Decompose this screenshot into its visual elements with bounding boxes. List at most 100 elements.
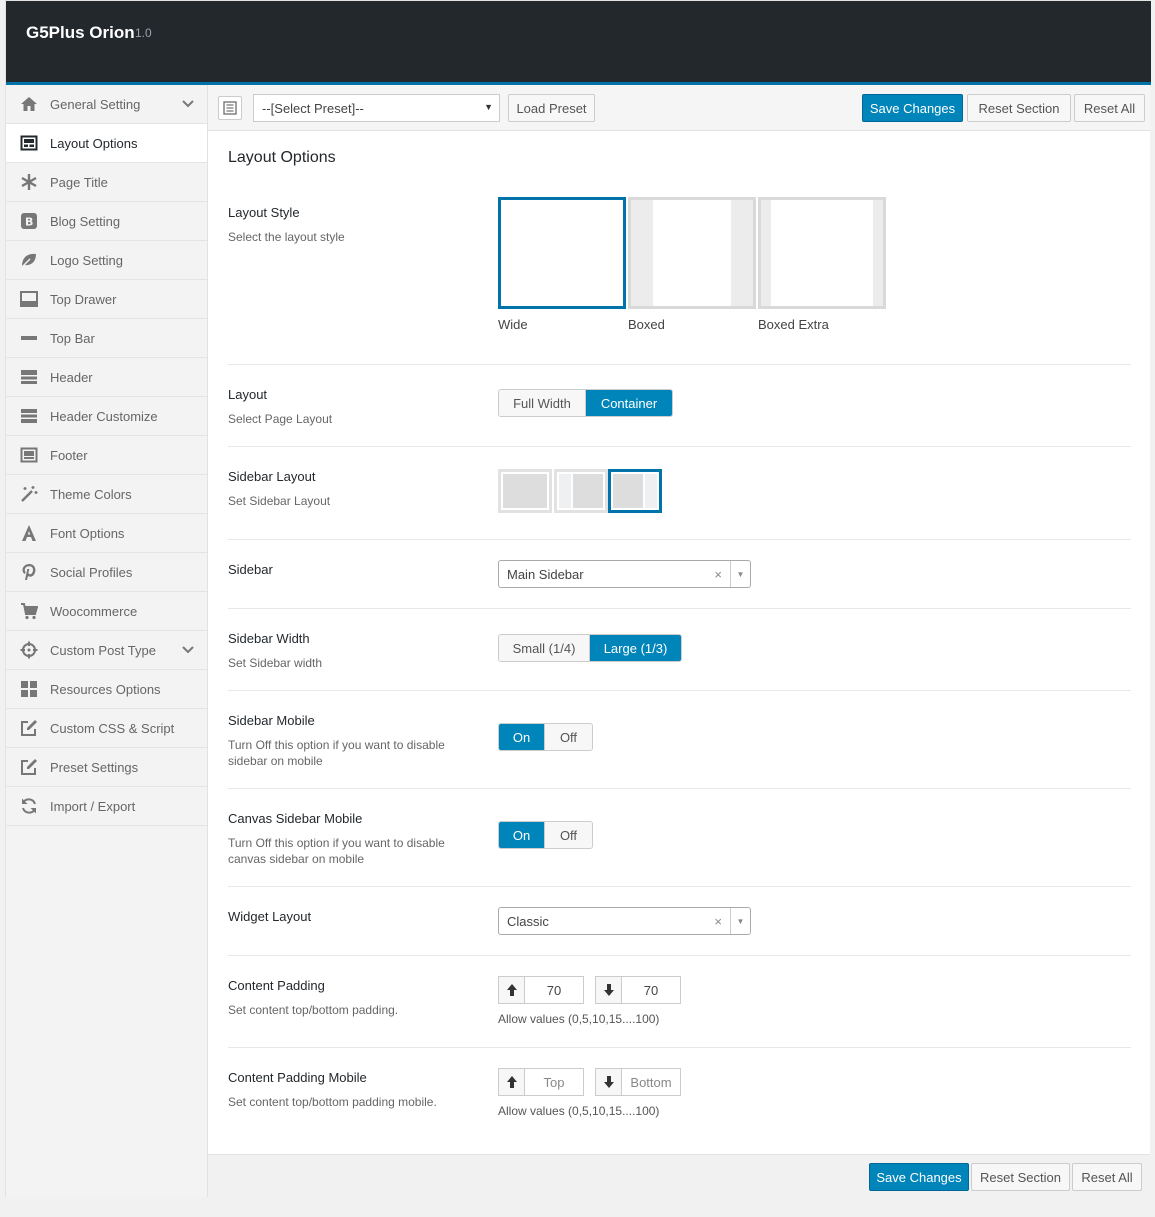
drawer-icon	[20, 290, 38, 308]
minus-icon	[20, 329, 38, 347]
canvas-sidebar-mobile-off-option[interactable]: Off	[545, 822, 592, 848]
sidebar-item-font-options[interactable]: Font Options	[6, 514, 207, 553]
sidebar-item-import-export[interactable]: Import / Export	[6, 787, 207, 826]
sidebar-item-top-drawer[interactable]: Top Drawer	[6, 280, 207, 319]
sidebar-item-page-title[interactable]: Page Title	[6, 163, 207, 202]
sidebar-layout-left-option[interactable]	[554, 469, 608, 513]
arrow-down-icon	[596, 977, 622, 1003]
caret-down-icon: ▼	[484, 102, 493, 112]
home-icon	[20, 95, 38, 113]
layout-toggle: Full Width Container	[498, 389, 673, 417]
sidebar-item-header-customize[interactable]: Header Customize	[6, 397, 207, 436]
layout-style-boxed-extra-option[interactable]	[758, 197, 886, 309]
sidebar-item-top-bar[interactable]: Top Bar	[6, 319, 207, 358]
sidebar-width-desc: Set Sidebar width	[228, 656, 323, 670]
content-padding-mobile-bottom-placeholder: Bottom	[630, 1074, 672, 1090]
sidebar-item-footer[interactable]: Footer	[6, 436, 207, 475]
content-padding-mobile-desc: Set content top/bottom padding mobile.	[228, 1095, 437, 1109]
sidebar-width-toggle: Small (1/4) Large (1/3)	[498, 634, 682, 662]
canvas-sidebar-mobile-on-option[interactable]: On	[499, 822, 545, 848]
sidebar-item-label: Header Customize	[50, 408, 158, 424]
sidebar-item-blog-setting[interactable]: B Blog Setting	[6, 202, 207, 241]
sidebar-item-preset-settings[interactable]: Preset Settings	[6, 748, 207, 787]
content-padding-bottom-value: 70	[643, 982, 659, 998]
sidebar-item-theme-colors[interactable]: Theme Colors	[6, 475, 207, 514]
bottom-toolbar: Save Changes Reset Section Reset All	[208, 1154, 1150, 1197]
layout-style-boxed-option[interactable]	[628, 197, 756, 309]
sidebar-layout-right-option[interactable]	[608, 469, 662, 513]
load-preset-button[interactable]: Load Preset	[508, 94, 595, 122]
sidebar-mobile-on-option[interactable]: On	[499, 724, 545, 750]
arrow-up-icon	[499, 1069, 525, 1095]
sidebar-width-large-option[interactable]: Large (1/3)	[590, 635, 681, 661]
sidebar-layout-none-option[interactable]	[498, 469, 552, 513]
layout-style-boxed-caption: Boxed	[628, 317, 665, 332]
clear-icon[interactable]: ×	[714, 567, 722, 582]
sidebar-item-label: Theme Colors	[50, 486, 132, 502]
reset-all-button[interactable]: Reset All	[1074, 94, 1145, 122]
chevron-down-icon	[182, 646, 194, 654]
pinterest-icon	[20, 563, 38, 581]
sidebar-mobile-switch: On Off	[498, 723, 593, 751]
layout-style-boxed-extra-caption: Boxed Extra	[758, 317, 829, 332]
asterisk-icon	[20, 173, 38, 191]
font-icon	[20, 524, 38, 542]
sidebar-item-label: Custom CSS & Script	[50, 720, 175, 736]
widget-layout-select-value: Classic	[507, 914, 549, 929]
sidebar-item-woocommerce[interactable]: Woocommerce	[6, 592, 207, 631]
content-padding-label: Content Padding	[228, 978, 325, 993]
layout-wide-thumb	[501, 200, 623, 306]
sidebar-item-general-setting[interactable]: General Setting	[6, 85, 207, 124]
sidebar-item-header[interactable]: Header	[6, 358, 207, 397]
grid-icon	[20, 680, 38, 698]
sidebar-item-social-profiles[interactable]: Social Profiles	[6, 553, 207, 592]
sidebar-item-custom-css-script[interactable]: Custom CSS & Script	[6, 709, 207, 748]
content-padding-mobile-row: Content Padding Mobile Set content top/b…	[228, 1048, 1131, 1140]
content-padding-mobile-bottom-input[interactable]: Bottom	[595, 1068, 681, 1096]
app-frame: G5Plus Orion 1.0 General Setting Layout …	[5, 0, 1151, 1197]
save-changes-button-bottom[interactable]: Save Changes	[869, 1163, 969, 1191]
blog-icon: B	[20, 212, 38, 230]
save-changes-button[interactable]: Save Changes	[862, 94, 963, 122]
content-padding-top-value: 70	[546, 982, 562, 998]
widget-layout-select[interactable]: Classic × ▼	[498, 907, 751, 935]
preset-select[interactable]: --[Select Preset]-- ▼	[253, 94, 500, 122]
sidebar-mobile-off-option[interactable]: Off	[545, 724, 592, 750]
sidebar-mobile-desc: Turn Off this option if you want to disa…	[228, 738, 445, 768]
sidebar-item-label: Footer	[50, 447, 88, 463]
svg-text:B: B	[25, 216, 33, 229]
caret-down-icon[interactable]: ▼	[730, 561, 750, 587]
sidebar-item-label: Layout Options	[50, 135, 138, 151]
caret-down-icon[interactable]: ▼	[730, 908, 750, 934]
sidebar-item-label: Custom Post Type	[50, 642, 156, 658]
reset-section-button[interactable]: Reset Section	[967, 94, 1071, 122]
content-padding-bottom-input[interactable]: 70	[595, 976, 681, 1004]
sidebar-item-label: Blog Setting	[50, 213, 121, 229]
sidebar-select[interactable]: Main Sidebar × ▼	[498, 560, 751, 588]
sidebar-item-layout-options[interactable]: Layout Options	[6, 124, 207, 163]
sidebar-mobile-label: Sidebar Mobile	[228, 713, 315, 728]
sidebar-item-logo-setting[interactable]: Logo Setting	[6, 241, 207, 280]
content-padding-mobile-top-placeholder: Top	[543, 1074, 565, 1090]
sidebar-item-resources-options[interactable]: Resources Options	[6, 670, 207, 709]
content-padding-mobile-top-input[interactable]: Top	[498, 1068, 584, 1096]
sidebar-item-custom-post-type[interactable]: Custom Post Type	[6, 631, 207, 670]
reset-section-button-bottom[interactable]: Reset Section	[971, 1163, 1070, 1191]
widget-layout-row: Widget Layout Classic × ▼	[228, 887, 1131, 956]
clear-icon[interactable]: ×	[714, 914, 722, 929]
layout-container-option[interactable]: Container	[586, 390, 672, 416]
content-padding-top-input[interactable]: 70	[498, 976, 584, 1004]
sidebar-width-row: Sidebar Width Set Sidebar width Small (1…	[228, 609, 1131, 691]
sidebar-label: Sidebar	[228, 562, 273, 577]
preset-select-value: --[Select Preset]--	[262, 101, 364, 116]
reset-all-button-bottom[interactable]: Reset All	[1072, 1163, 1142, 1191]
sidebar-left-thumb	[559, 474, 603, 508]
layout-full-width-option[interactable]: Full Width	[499, 390, 586, 416]
canvas-sidebar-mobile-switch: On Off	[498, 821, 593, 849]
sidebar-layout-desc: Set Sidebar Layout	[228, 494, 331, 508]
sidebar-width-small-option[interactable]: Small (1/4)	[499, 635, 590, 661]
preset-list-icon[interactable]	[218, 96, 242, 120]
content-padding-mobile-hint: Allow values (0,5,10,15....100)	[498, 1104, 660, 1118]
layout-icon	[20, 134, 38, 152]
layout-style-wide-option[interactable]	[498, 197, 626, 309]
